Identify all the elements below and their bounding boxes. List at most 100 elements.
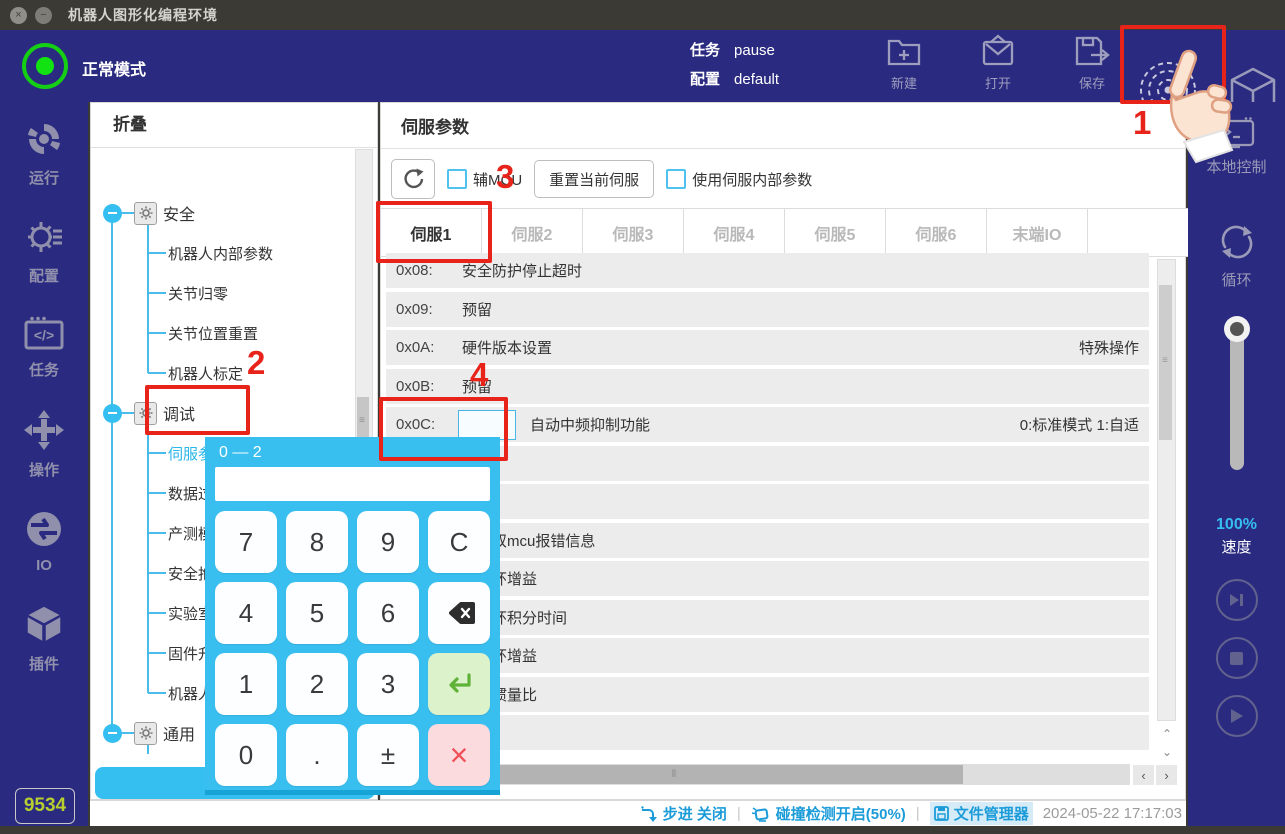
param-address: 0x09:: [386, 301, 458, 318]
table-row[interactable]: 速度环积分时间: [386, 600, 1149, 635]
new-button[interactable]: 新建: [880, 34, 928, 92]
collapse-tree-button[interactable]: 折叠: [91, 103, 377, 148]
skip-icon: [1229, 593, 1245, 607]
keypad-key-enter[interactable]: [428, 653, 490, 715]
sidebar-item-IO[interactable]: IO: [25, 510, 63, 574]
sidebar-item-任务[interactable]: </>任务: [24, 316, 64, 380]
sidebar-item-插件[interactable]: 插件: [25, 604, 63, 674]
tab-伺服6[interactable]: 伺服6: [886, 209, 987, 257]
plugin-icon: [25, 604, 63, 648]
collision-indicator[interactable]: 碰撞检测开启(50%): [751, 803, 906, 824]
tree-group-通用[interactable]: 通用: [103, 713, 195, 753]
tree-item-固件升[interactable]: 固件升: [148, 633, 213, 673]
tree-item-关节位置重置[interactable]: 关节位置重置: [148, 313, 258, 353]
file-manager-button[interactable]: 文件管理器: [930, 802, 1033, 825]
sidebar-item-运行[interactable]: 运行: [25, 120, 63, 188]
save-file-icon: [1073, 34, 1111, 73]
stop-button[interactable]: [1216, 637, 1258, 679]
scroll-down-icon[interactable]: ⌄: [1160, 745, 1174, 759]
keypad-key-6[interactable]: 6: [357, 582, 419, 644]
collapse-icon[interactable]: [103, 204, 122, 223]
keypad-key-close[interactable]: ×: [428, 724, 490, 786]
keypad-key-C[interactable]: C: [428, 511, 490, 573]
vertical-scrollbar-thumb[interactable]: [1159, 285, 1172, 440]
checkbox-icon: [666, 169, 686, 189]
keypad-input[interactable]: [215, 467, 490, 501]
refresh-icon: [401, 167, 425, 191]
annotation-box-4: [379, 397, 508, 461]
keypad-key-7[interactable]: 7: [215, 511, 277, 573]
reset-servo-button[interactable]: 重置当前伺服: [534, 160, 654, 198]
keypad-key-.[interactable]: .: [286, 724, 348, 786]
keypad-key-5[interactable]: 5: [286, 582, 348, 644]
param-description: 预留: [462, 299, 492, 320]
param-note: 特殊操作: [1079, 337, 1149, 358]
save-button[interactable]: 保存: [1068, 34, 1116, 92]
scroll-up-icon[interactable]: ⌃: [1160, 727, 1174, 741]
tree-item-关节归零[interactable]: 关节归零: [148, 273, 228, 313]
tree-group-安全[interactable]: 安全: [103, 193, 195, 233]
table-row[interactable]: 转动惯量比: [386, 677, 1149, 712]
speed-slider-handle[interactable]: [1224, 316, 1250, 342]
keypad-key-1[interactable]: 1: [215, 653, 277, 715]
keypad-key-0[interactable]: 0: [215, 724, 277, 786]
collapse-icon[interactable]: [103, 724, 122, 743]
keypad-key-±[interactable]: ±: [357, 724, 419, 786]
param-description: 安全防护停止超时: [462, 260, 582, 281]
keypad-key-backspace[interactable]: [428, 582, 490, 644]
step-mode-indicator[interactable]: 步进 关闭: [640, 803, 727, 824]
tab-伺服2[interactable]: 伺服2: [482, 209, 583, 257]
tab-伺服4[interactable]: 伺服4: [684, 209, 785, 257]
tree-item-安全抱[interactable]: 安全抱: [148, 553, 213, 593]
scroll-left-icon[interactable]: ‹: [1133, 765, 1154, 785]
table-row[interactable]: 0x08:安全防护停止超时: [386, 253, 1149, 288]
app-window: × − 机器人图形化编程环境 正常模式 任务pause 配置default 新建…: [0, 0, 1285, 834]
collapse-icon[interactable]: [103, 404, 122, 423]
keypad-key-9[interactable]: 9: [357, 511, 419, 573]
left-sidebar: 运行配置 </>任务操作 IO 插件 9534: [0, 102, 88, 826]
sidebar-item-label: 配置: [29, 265, 59, 286]
close-icon[interactable]: ×: [10, 7, 27, 24]
sidebar-item-配置[interactable]: 配置: [24, 218, 64, 286]
tab-伺服3[interactable]: 伺服3: [583, 209, 684, 257]
sidebar-item-操作[interactable]: 操作: [24, 410, 64, 480]
tree-item-数据过[interactable]: 数据过: [148, 473, 213, 513]
keypad-key-8[interactable]: 8: [286, 511, 348, 573]
tab-filler: [1088, 209, 1189, 257]
loop-button[interactable]: 循环: [1216, 221, 1258, 290]
use-internal-checkbox[interactable]: 使用伺服内部参数: [666, 169, 812, 190]
status-badge: 9534: [15, 788, 75, 824]
param-note: 0:标准模式 1:自适: [1020, 414, 1149, 435]
tab-伺服5[interactable]: 伺服5: [785, 209, 886, 257]
scroll-right-icon[interactable]: ›: [1156, 765, 1177, 785]
keypad-key-4[interactable]: 4: [215, 582, 277, 644]
play-button[interactable]: [1216, 695, 1258, 737]
table-row[interactable]: 速度环增益: [386, 561, 1149, 596]
table-row[interactable]: 显示双mcu报错信息: [386, 523, 1149, 558]
minimize-icon[interactable]: −: [35, 7, 52, 24]
step-run-button[interactable]: [1216, 579, 1258, 621]
open-button[interactable]: 打开: [974, 34, 1022, 92]
loop-label: 循环: [1221, 269, 1251, 290]
tree-item-产测模[interactable]: 产测模: [148, 513, 213, 553]
table-row[interactable]: 位置环增益: [386, 638, 1149, 673]
mode-label: 正常模式: [82, 56, 146, 80]
param-table: 0x08:安全防护停止超时0x09:预留0x0A:硬件版本设置特殊操作0x0B:…: [386, 253, 1149, 753]
servo-toolbar: 辅MCU 重置当前伺服 使用伺服内部参数: [391, 159, 812, 199]
tree-item-机器人[interactable]: 机器人: [148, 673, 213, 713]
tree-item-机器人内部参数[interactable]: 机器人内部参数: [148, 233, 273, 273]
tree-item-实验室[interactable]: 实验室: [148, 593, 213, 633]
keypad-key-2[interactable]: 2: [286, 653, 348, 715]
numeric-keypad: 0 — 2 789C4561230.±×: [205, 437, 500, 795]
refresh-button[interactable]: [391, 159, 435, 199]
tab-末端IO[interactable]: 末端IO: [987, 209, 1088, 257]
operate-icon: [24, 410, 64, 454]
table-row[interactable]: 0x0A:硬件版本设置特殊操作: [386, 330, 1149, 365]
table-row[interactable]: 预留: [386, 484, 1149, 519]
speed-slider[interactable]: [1230, 320, 1244, 470]
table-vertical-scrollbar[interactable]: [1157, 259, 1176, 721]
param-description: 硬件版本设置: [462, 337, 552, 358]
table-row[interactable]: 0x09:预留: [386, 292, 1149, 327]
table-row[interactable]: 预留: [386, 715, 1149, 750]
keypad-key-3[interactable]: 3: [357, 653, 419, 715]
